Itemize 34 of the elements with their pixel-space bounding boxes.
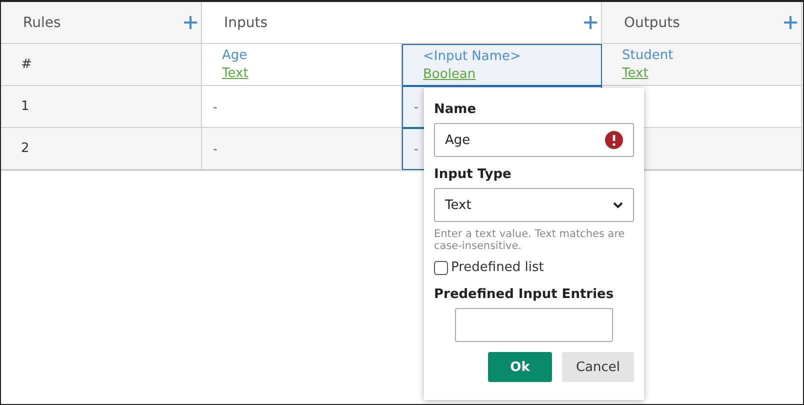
checkbox[interactable] — [434, 260, 448, 275]
field-type-link[interactable]: Text — [222, 66, 248, 81]
hint-text: Enter a text value. Text matches are case-insensitive. — [434, 228, 626, 252]
row-number: 2 — [21, 141, 30, 156]
checkbox-label: Predefined list — [451, 260, 544, 276]
chevron-down-icon — [613, 202, 623, 208]
add-icon[interactable] — [584, 16, 597, 29]
field-label: Name — [434, 102, 478, 117]
table-cell: # — [21, 57, 32, 72]
table-cell: - — [414, 142, 418, 156]
name-field[interactable]: Age — [434, 123, 634, 157]
cancel-button[interactable]: Cancel — [562, 352, 634, 382]
column-header: Outputs — [624, 14, 680, 30]
field-name: <Input Name> — [423, 48, 521, 64]
add-icon[interactable] — [784, 16, 797, 29]
field-label: Input Type — [434, 167, 512, 182]
field-label: Predefined Input Entries — [434, 287, 615, 302]
table-cell: - — [213, 142, 218, 156]
row-number: 1 — [21, 99, 30, 114]
table-cell: - — [213, 100, 218, 114]
entries-field[interactable] — [455, 308, 613, 342]
field-type-link[interactable]: Boolean — [423, 66, 476, 82]
input-type-dropdown[interactable]: Text — [434, 188, 634, 222]
table-cell: - — [414, 100, 418, 114]
ok-button[interactable]: Ok — [488, 352, 552, 382]
field-name: Student — [622, 48, 674, 63]
column-header: Rules — [23, 14, 61, 30]
column-field-cell[interactable]: Student Text — [602, 44, 802, 86]
field-name: Age — [222, 48, 248, 63]
add-icon[interactable] — [184, 16, 197, 29]
column-header: Inputs — [224, 14, 268, 30]
error-icon — [605, 131, 623, 149]
column-field-cell[interactable]: <Input Name> Boolean — [402, 44, 602, 86]
field-type-link[interactable]: Text — [622, 66, 648, 81]
